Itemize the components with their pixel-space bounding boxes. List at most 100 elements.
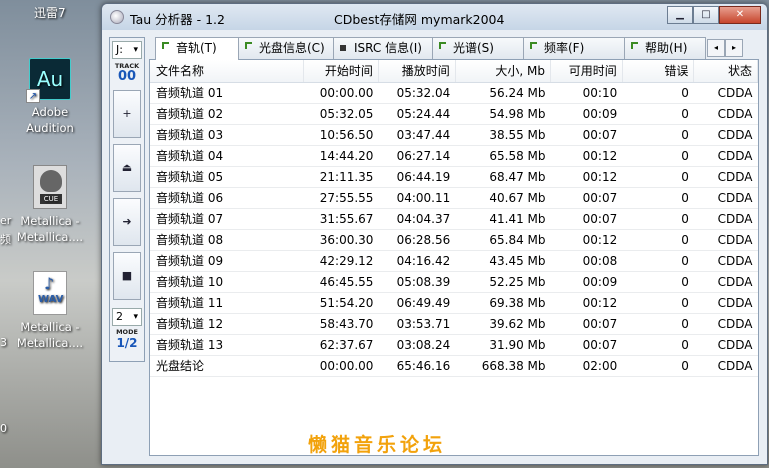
column-header-available-time[interactable]: 可用时间	[550, 60, 623, 83]
tau-analyzer-window: Tau 分析器 - 1.2 CDbest存储网 mymark2004 ▁ □ ✕…	[101, 3, 768, 465]
table-row[interactable]: 音频轨道 01 00:00.00 05:32.04 56.24 Mb 00:10 0 CDD…	[150, 82, 758, 104]
cell-play-time: 03:08.24	[378, 334, 456, 356]
desktop-edge-text: 0	[0, 422, 7, 435]
tab-scroll-left-button[interactable]: ◂	[707, 39, 725, 57]
tab-isrc-info[interactable]: ISRC 信息(I)	[333, 37, 433, 59]
table-summary-row[interactable]: 光盘结论 00:00.00 65:46.16 668.38 Mb 02:00 0 CDDA	[150, 354, 758, 377]
cell-size: 68.47 Mb	[455, 166, 551, 188]
cell-filename: 音频轨道 08	[150, 229, 304, 251]
cell-start-time: 21:11.35	[303, 166, 379, 188]
table-row[interactable]: 音频轨道 09 42:29.12 04:16.42 43.45 Mb 00:08 0 CDD…	[150, 250, 758, 272]
cell-status: CDDA	[693, 145, 758, 167]
drive-select[interactable]: J:	[112, 41, 142, 59]
cell-errors: 0	[622, 145, 694, 167]
tab-spectrum[interactable]: 光谱(S)	[432, 37, 524, 59]
cell-errors: 0	[622, 103, 694, 125]
table-row[interactable]: 音频轨道 08 36:00.30 06:28.56 65.84 Mb 00:12 0 CDD…	[150, 229, 758, 251]
track-table-panel: 文件名称 开始时间 播放时间 大小, Mb 可用时间 错误 状态 音频轨道 01…	[149, 59, 759, 456]
column-header-play-time[interactable]: 播放时间	[378, 60, 456, 83]
cell-play-time: 05:08.39	[378, 271, 456, 293]
table-row[interactable]: 音频轨道 07 31:55.67 04:04.37 41.41 Mb 00:07 0 CDD…	[150, 208, 758, 230]
cell-size: 52.25 Mb	[455, 271, 551, 293]
table-row[interactable]: 音频轨道 04 14:44.20 06:27.14 65.58 Mb 00:12 0 CDD…	[150, 145, 758, 167]
table-row[interactable]: 音频轨道 02 05:32.05 05:24.44 54.98 Mb 00:09 0 CDD…	[150, 103, 758, 125]
cell-status: CDDA	[693, 124, 758, 146]
app-icon	[110, 10, 124, 24]
cell-filename: 音频轨道 02	[150, 103, 304, 125]
tab-scroll-right-button[interactable]: ▸	[725, 39, 743, 57]
cell-available-time: 00:12	[550, 166, 623, 188]
cell-filename: 音频轨道 07	[150, 208, 304, 230]
side-toolbar: J: TRACK 00 + ⏏ ➜ ■ 2 MODE 1/2	[109, 37, 145, 362]
cell-start-time: 58:43.70	[303, 313, 379, 335]
stop-button[interactable]: ■	[113, 252, 141, 300]
table-row[interactable]: 音频轨道 03 10:56.50 03:47.44 38.55 Mb 00:07 0 CDD…	[150, 124, 758, 146]
cell-play-time: 05:24.44	[378, 103, 456, 125]
table-row[interactable]: 音频轨道 06 27:55.55 04:00.11 40.67 Mb 00:07 0 CDD…	[150, 187, 758, 209]
square-icon	[340, 45, 346, 51]
tab-help[interactable]: 帮助(H)	[624, 37, 706, 59]
watermark-text: 懒猫音乐论坛	[308, 434, 447, 456]
cell-errors: 0	[622, 208, 694, 230]
cell-errors: 0	[622, 124, 694, 146]
cell-status: CDDA	[693, 292, 758, 314]
cell-play-time: 04:00.11	[378, 187, 456, 209]
add-button[interactable]: +	[113, 90, 141, 138]
desktop-icon-adobe-audition[interactable]: Au ↗ Adobe Audition	[10, 58, 90, 136]
tab-tracks[interactable]: 音轨(T)	[155, 37, 239, 60]
table-row[interactable]: 音频轨道 12 58:43.70 03:53.71 39.62 Mb 00:07 0 CDD…	[150, 313, 758, 335]
next-button[interactable]: ➜	[113, 198, 141, 246]
cell-size: 65.84 Mb	[455, 229, 551, 251]
cell-size: 54.98 Mb	[455, 103, 551, 125]
desktop-icon-wav-file[interactable]: ♪ WAV Metallica - Metallica....	[10, 271, 90, 351]
cell-start-time: 00:00.00	[303, 354, 379, 377]
table-row[interactable]: 音频轨道 05 21:11.35 06:44.19 68.47 Mb 00:12 0 CDD…	[150, 166, 758, 188]
eject-button[interactable]: ⏏	[113, 144, 141, 192]
cell-start-time: 27:55.55	[303, 187, 379, 209]
column-header-start-time[interactable]: 开始时间	[303, 60, 379, 83]
tab-frequency[interactable]: 频率(F)	[523, 37, 625, 59]
cell-filename: 音频轨道 06	[150, 187, 304, 209]
cell-available-time: 00:07	[550, 334, 623, 356]
cell-errors: 0	[622, 292, 694, 314]
mode-select[interactable]: 2	[112, 308, 142, 326]
cell-available-time: 00:12	[550, 292, 623, 314]
table-row[interactable]: 音频轨道 10 46:45.55 05:08.39 52.25 Mb 00:09 0 CDD…	[150, 271, 758, 293]
column-header-errors[interactable]: 错误	[622, 60, 695, 83]
cell-size: 38.55 Mb	[455, 124, 551, 146]
cell-errors: 0	[622, 334, 694, 356]
cell-size: 40.67 Mb	[455, 187, 551, 209]
desktop-icon-cue-file[interactable]: CUE Metallica - Metallica....	[10, 165, 90, 245]
desktop-edge-text: 3	[0, 336, 7, 349]
track-table: 文件名称 开始时间 播放时间 大小, Mb 可用时间 错误 状态 音频轨道 01…	[150, 60, 758, 377]
desktop-icon-label: Metallica -	[20, 320, 80, 334]
cell-available-time: 00:09	[550, 271, 623, 293]
mode-value: 1/2	[116, 336, 138, 350]
cell-start-time: 00:00.00	[303, 82, 379, 104]
desktop-icon-label: Metallica....	[16, 230, 84, 244]
mode-label: MODE	[116, 328, 138, 336]
shortcut-arrow-icon: ↗	[26, 89, 40, 103]
cell-available-time: 00:12	[550, 229, 623, 251]
column-header-size[interactable]: 大小, Mb	[455, 60, 552, 83]
cell-size: 31.90 Mb	[455, 334, 551, 356]
minimize-button[interactable]: ▁	[667, 6, 693, 24]
close-button[interactable]: ✕	[719, 6, 761, 24]
column-header-status[interactable]: 状态	[693, 60, 758, 83]
cell-status: CDDA	[693, 187, 758, 209]
tab-disc-info[interactable]: 光盘信息(C)	[238, 37, 334, 59]
cell-start-time: 46:45.55	[303, 271, 379, 293]
cell-available-time: 00:08	[550, 250, 623, 272]
cell-available-time: 00:07	[550, 187, 623, 209]
table-row[interactable]: 音频轨道 13 62:37.67 03:08.24 31.90 Mb 00:07 0 CDD…	[150, 334, 758, 356]
title-bar[interactable]: Tau 分析器 - 1.2 CDbest存储网 mymark2004 ▁ □ ✕	[102, 4, 767, 30]
cell-play-time: 03:53.71	[378, 313, 456, 335]
table-row[interactable]: 音频轨道 11 51:54.20 06:49.49 69.38 Mb 00:12 0 CDD…	[150, 292, 758, 314]
cell-play-time: 65:46.16	[378, 354, 456, 377]
check-icon	[162, 42, 169, 49]
cell-play-time: 06:28.56	[378, 229, 456, 251]
maximize-button[interactable]: □	[693, 6, 719, 24]
column-header-filename[interactable]: 文件名称	[150, 60, 305, 83]
cell-filename: 光盘结论	[150, 354, 304, 377]
cell-filename: 音频轨道 05	[150, 166, 304, 188]
